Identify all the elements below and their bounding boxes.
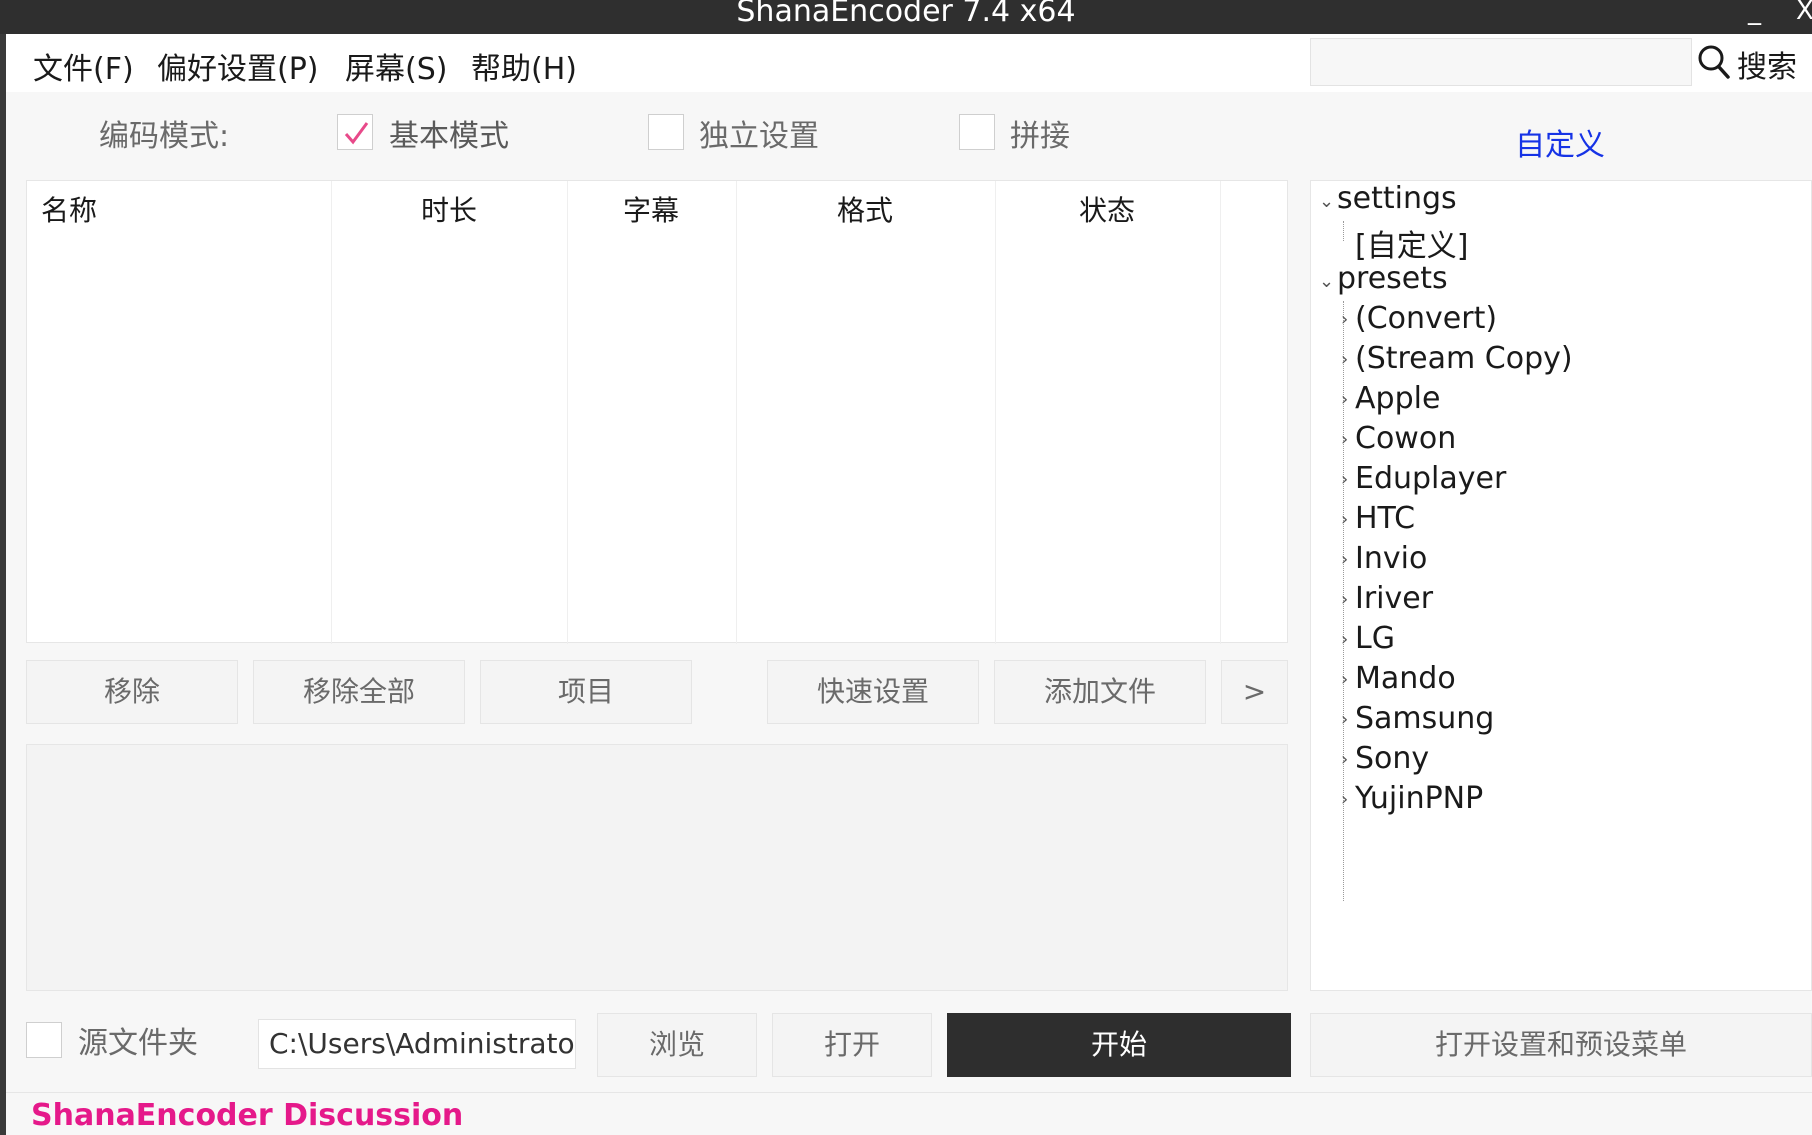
source-folder-checkbox[interactable] bbox=[26, 1022, 62, 1058]
tree-node-sony[interactable]: Sony bbox=[1355, 741, 1429, 776]
menu-preferences[interactable]: 偏好设置(P) bbox=[157, 44, 319, 88]
tree-node-mando[interactable]: Mando bbox=[1355, 661, 1456, 696]
progress-area bbox=[26, 744, 1288, 818]
output-path-input[interactable]: C:\Users\Administrato bbox=[258, 1019, 576, 1069]
tree-node-htc[interactable]: HTC bbox=[1355, 501, 1415, 536]
expand-arrow-icon[interactable]: › bbox=[1341, 349, 1348, 370]
expand-arrow-icon[interactable]: › bbox=[1341, 589, 1348, 610]
preset-tree[interactable]: ⌄ settings [自定义] ⌄ presets › (Convert) ›… bbox=[1310, 180, 1812, 991]
log-area bbox=[26, 817, 1288, 991]
tree-node-invio[interactable]: Invio bbox=[1355, 541, 1427, 576]
expand-arrow-icon[interactable]: › bbox=[1341, 789, 1348, 810]
expand-arrow-icon[interactable]: › bbox=[1341, 669, 1348, 690]
tree-node-yujinpnp[interactable]: YujinPNP bbox=[1355, 781, 1483, 816]
tree-node-settings[interactable]: settings bbox=[1337, 181, 1457, 216]
expand-arrow-icon[interactable]: › bbox=[1341, 509, 1348, 530]
tree-node-eduplayer[interactable]: Eduplayer bbox=[1355, 461, 1506, 496]
more-button[interactable]: > bbox=[1221, 660, 1288, 724]
quick-settings-button[interactable]: 快速设置 bbox=[767, 660, 979, 724]
custom-link[interactable]: 自定义 bbox=[1515, 120, 1605, 164]
tree-node-custom[interactable]: [自定义] bbox=[1355, 221, 1468, 265]
search-button[interactable]: 搜索 bbox=[1737, 42, 1797, 86]
tree-node-stream-copy[interactable]: (Stream Copy) bbox=[1355, 341, 1573, 376]
menu-screen[interactable]: 屏幕(S) bbox=[345, 44, 447, 88]
start-button[interactable]: 开始 bbox=[947, 1013, 1291, 1077]
expand-arrow-icon[interactable]: › bbox=[1341, 309, 1348, 330]
file-table[interactable]: 名称 时长 字幕 格式 状态 bbox=[26, 180, 1288, 644]
title-bar: ShanaEncoder 7.4 x64 _ X bbox=[0, 0, 1812, 34]
column-header-name[interactable]: 名称 bbox=[41, 189, 97, 229]
project-button[interactable]: 项目 bbox=[480, 660, 692, 724]
encoding-mode-label: 编码模式: bbox=[99, 119, 230, 154]
tree-guide bbox=[1343, 221, 1345, 241]
tree-node-lg[interactable]: LG bbox=[1355, 621, 1395, 656]
concat-label[interactable]: 拼接 bbox=[1010, 111, 1070, 155]
search-input[interactable] bbox=[1310, 38, 1692, 86]
search-icon[interactable] bbox=[1697, 43, 1731, 81]
discussion-link[interactable]: ShanaEncoder Discussion bbox=[31, 1098, 463, 1133]
collapse-arrow-icon[interactable]: ⌄ bbox=[1319, 271, 1334, 292]
column-divider[interactable] bbox=[331, 181, 332, 644]
minimize-button[interactable]: _ bbox=[1748, 0, 1761, 26]
open-button[interactable]: 打开 bbox=[772, 1013, 932, 1077]
menu-file[interactable]: 文件(F) bbox=[33, 44, 134, 88]
expand-arrow-icon[interactable]: › bbox=[1341, 749, 1348, 770]
column-header-subtitle[interactable]: 字幕 bbox=[623, 189, 679, 229]
concat-checkbox[interactable] bbox=[959, 114, 995, 150]
expand-arrow-icon[interactable]: › bbox=[1341, 429, 1348, 450]
source-folder-label[interactable]: 源文件夹 bbox=[78, 1018, 198, 1062]
tree-node-cowon[interactable]: Cowon bbox=[1355, 421, 1456, 456]
tree-node-samsung[interactable]: Samsung bbox=[1355, 701, 1494, 736]
menu-help[interactable]: 帮助(H) bbox=[471, 44, 577, 88]
basic-mode-label[interactable]: 基本模式 bbox=[389, 111, 509, 155]
column-header-duration[interactable]: 时长 bbox=[421, 189, 477, 229]
collapse-arrow-icon[interactable]: ⌄ bbox=[1319, 191, 1334, 212]
basic-mode-checkbox[interactable] bbox=[337, 114, 373, 150]
open-settings-menu-button[interactable]: 打开设置和预设菜单 bbox=[1310, 1013, 1812, 1077]
independent-settings-checkbox[interactable] bbox=[648, 114, 684, 150]
expand-arrow-icon[interactable]: › bbox=[1341, 389, 1348, 410]
expand-arrow-icon[interactable]: › bbox=[1341, 549, 1348, 570]
column-header-status[interactable]: 状态 bbox=[1079, 189, 1135, 229]
remove-button[interactable]: 移除 bbox=[26, 660, 238, 724]
tree-node-convert[interactable]: (Convert) bbox=[1355, 301, 1497, 336]
browse-button[interactable]: 浏览 bbox=[597, 1013, 757, 1077]
column-divider[interactable] bbox=[567, 181, 568, 644]
expand-arrow-icon[interactable]: › bbox=[1341, 469, 1348, 490]
window-title: ShanaEncoder 7.4 x64 bbox=[736, 0, 1076, 29]
remove-all-button[interactable]: 移除全部 bbox=[253, 660, 465, 724]
tree-node-apple[interactable]: Apple bbox=[1355, 381, 1440, 416]
column-divider[interactable] bbox=[736, 181, 737, 644]
expand-arrow-icon[interactable]: › bbox=[1341, 709, 1348, 730]
tree-node-presets[interactable]: presets bbox=[1337, 261, 1448, 296]
check-icon bbox=[344, 122, 369, 145]
tree-node-iriver[interactable]: Iriver bbox=[1355, 581, 1433, 616]
independent-settings-label[interactable]: 独立设置 bbox=[699, 111, 819, 155]
column-header-format[interactable]: 格式 bbox=[837, 189, 893, 229]
add-file-button[interactable]: 添加文件 bbox=[994, 660, 1206, 724]
column-divider[interactable] bbox=[995, 181, 996, 644]
expand-arrow-icon[interactable]: › bbox=[1341, 629, 1348, 650]
column-divider[interactable] bbox=[1220, 181, 1221, 644]
close-button[interactable]: X bbox=[1796, 0, 1812, 26]
